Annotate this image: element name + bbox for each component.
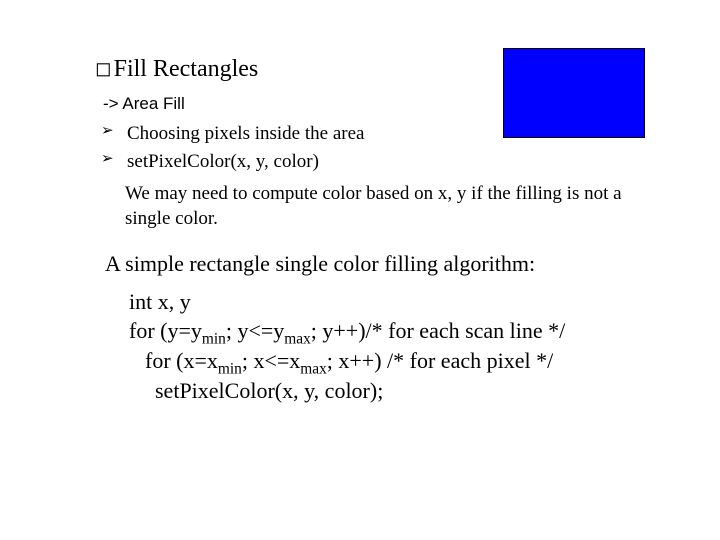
algorithm-intro: A simple rectangle single color filling … (105, 250, 650, 279)
subscript: min (218, 360, 242, 377)
code-frag: for (y=y (129, 318, 202, 343)
list-item: setPixelColor(x, y, color) (101, 148, 650, 177)
slide: ◻Fill Rectangles -> Area Fill Choosing p… (0, 0, 720, 540)
title-text: Fill Rectangles (114, 56, 259, 82)
follow-paragraph: We may need to compute color based on x,… (125, 181, 650, 232)
code-frag: ; y++)/* for each scan line */ (311, 318, 566, 343)
code-frag: ; x++) /* for each pixel */ (327, 348, 553, 373)
bullet-box-icon: ◻ (95, 58, 112, 80)
bullet-text: Choosing pixels inside the area (127, 123, 364, 144)
code-frag: ; y<=y (226, 318, 284, 343)
bullet-list: Choosing pixels inside the area setPixel… (101, 120, 650, 177)
code-block: int x, y for (y=ymin; y<=ymax; y++)/* fo… (117, 287, 650, 406)
code-line: for (x=xmin; x<=xmax; x++) /* for each p… (145, 346, 650, 376)
list-item: Choosing pixels inside the area (101, 120, 650, 149)
code-line: setPixelColor(x, y, color); (155, 376, 650, 406)
code-frag: for (x=x (145, 348, 218, 373)
bullet-text: setPixelColor(x, y, color) (127, 151, 319, 172)
subscript: max (300, 360, 327, 377)
code-frag: ; x<=x (242, 348, 300, 373)
code-line: int x, y (129, 287, 650, 317)
code-line: for (y=ymin; y<=ymax; y++)/* for each sc… (129, 316, 650, 346)
